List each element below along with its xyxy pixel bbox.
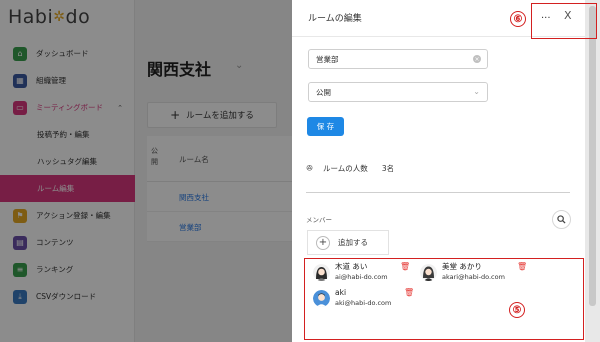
drawer-title: ルームの編集 [308, 14, 362, 24]
modal-backdrop[interactable] [0, 0, 292, 342]
chevron-down-icon: ⌄ [473, 87, 480, 96]
member-count: ꔮ ルームの人数 3名 [306, 163, 394, 174]
annotation-box-members [304, 258, 584, 340]
scrollbar[interactable] [585, 0, 600, 342]
search-member-button[interactable] [552, 210, 571, 229]
search-icon [557, 215, 566, 224]
clear-icon[interactable]: × [473, 55, 481, 63]
save-button[interactable]: 保 存 [307, 117, 344, 136]
people-icon: ꔮ [306, 163, 314, 174]
annotation-number-6: ⑥ [510, 11, 526, 27]
annotation-number-5: ⑤ [509, 302, 525, 318]
annotation-box-top [531, 3, 597, 39]
section-divider [306, 192, 570, 193]
visibility-select[interactable]: 公開 ⌄ [308, 82, 488, 102]
scrollbar-thumb[interactable] [589, 6, 596, 306]
member-count-value: 3名 [381, 164, 395, 173]
member-count-label: ルームの人数 [323, 164, 368, 173]
members-label: メンバー [306, 216, 332, 224]
plus-icon: + [316, 235, 330, 250]
add-member-button[interactable]: + 追加する [307, 230, 389, 255]
room-name-input[interactable]: 営業部 × [308, 49, 488, 69]
